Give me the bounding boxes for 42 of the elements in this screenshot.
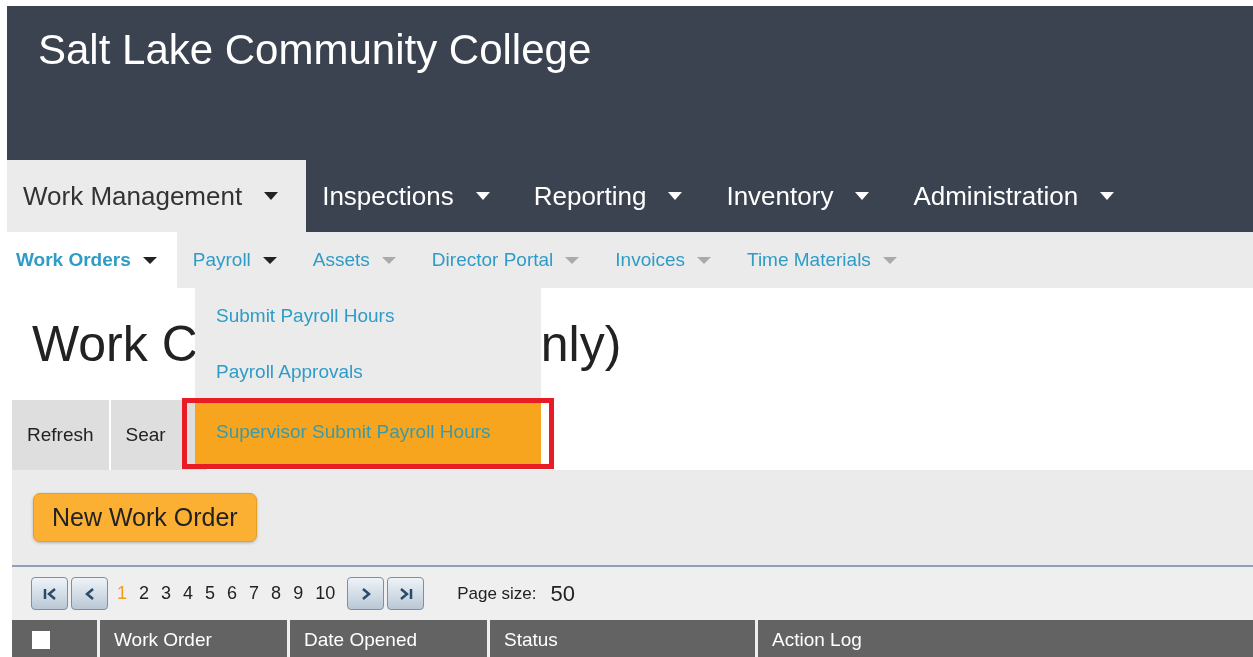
first-page-icon — [41, 586, 58, 601]
caret-icon — [697, 256, 711, 264]
caret-icon — [264, 192, 279, 200]
main-nav-tab[interactable]: Work Management — [7, 160, 307, 232]
page-link[interactable]: 5 — [199, 583, 222, 604]
column-header[interactable]: Work Order — [114, 629, 212, 651]
page-link[interactable]: 6 — [221, 583, 244, 604]
caret-icon — [855, 192, 870, 200]
page-link[interactable]: 4 — [177, 583, 200, 604]
first-page-button[interactable] — [31, 577, 68, 610]
page-size-label: Page size: — [457, 583, 537, 604]
column-header[interactable]: Date Opened — [304, 629, 418, 651]
select-all-checkbox[interactable] — [32, 631, 50, 649]
main-nav-tab[interactable]: Reporting — [517, 160, 711, 232]
new-work-order-button[interactable]: New Work Order — [33, 493, 257, 542]
main-nav-tab[interactable]: Inspections — [306, 160, 518, 232]
page-title: Work C — [31, 315, 198, 373]
page-link[interactable]: 7 — [243, 583, 266, 604]
caret-icon — [565, 256, 580, 264]
page-link[interactable]: 8 — [265, 583, 288, 604]
page-title: nly) — [540, 315, 622, 373]
caret-icon — [262, 256, 277, 264]
toolbar-button[interactable]: Refresh — [12, 400, 111, 470]
page-link[interactable]: 3 — [155, 583, 178, 604]
page-link[interactable]: 9 — [287, 583, 310, 604]
page-size-value: 50 — [550, 580, 576, 607]
caret-icon — [381, 256, 396, 264]
last-page-button[interactable] — [387, 577, 425, 610]
main-nav-tab[interactable]: Administration — [897, 160, 1143, 232]
site-title: Salt Lake Community College — [37, 25, 593, 74]
caret-icon — [142, 256, 157, 264]
page-link[interactable]: 10 — [309, 583, 342, 604]
column-header[interactable]: Action Log — [772, 629, 862, 651]
previous-page-button[interactable] — [71, 577, 108, 610]
caret-icon — [668, 192, 683, 200]
next-page-button[interactable] — [347, 577, 385, 610]
caret-icon — [882, 256, 897, 264]
caret-icon — [1100, 192, 1115, 200]
main-nav-tab[interactable]: Inventory — [710, 160, 898, 232]
column-header[interactable]: Status — [504, 629, 558, 651]
caret-icon — [475, 192, 490, 200]
page-link[interactable]: 2 — [133, 583, 156, 604]
